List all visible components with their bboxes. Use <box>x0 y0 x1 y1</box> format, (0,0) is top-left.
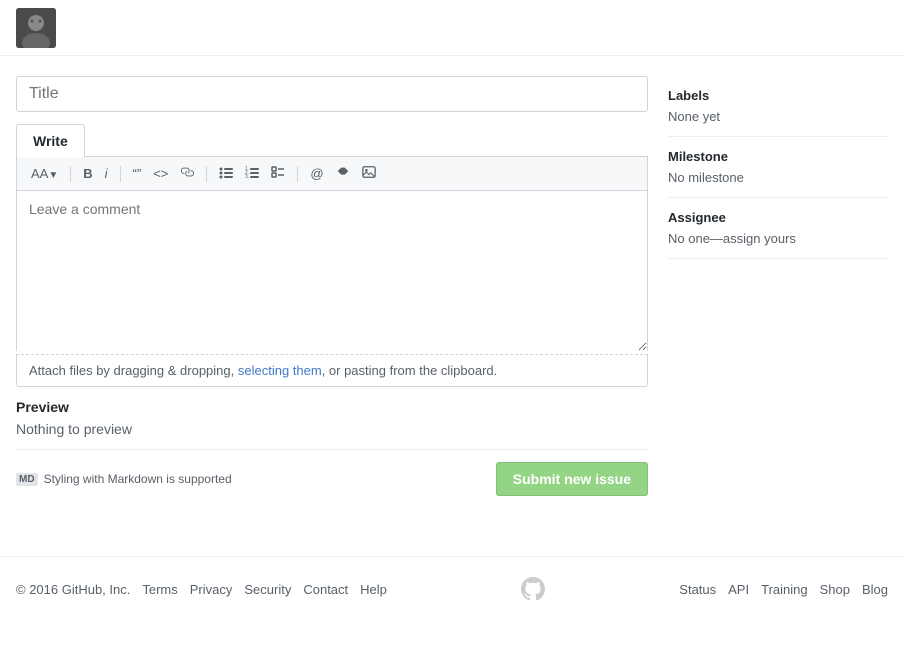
shop-link[interactable]: Shop <box>820 582 850 597</box>
terms-link[interactable]: Terms <box>142 582 177 597</box>
footer-right: Status API Training Shop Blog <box>679 582 888 597</box>
mention-button[interactable]: @ <box>306 164 327 183</box>
avatar[interactable] <box>16 8 56 48</box>
labels-title: Labels <box>668 88 888 103</box>
assignee-title: Assignee <box>668 210 888 225</box>
selecting-them-link[interactable]: selecting them <box>238 363 322 378</box>
top-bar <box>0 0 904 56</box>
training-link[interactable]: Training <box>761 582 807 597</box>
quote-button[interactable]: “” <box>129 164 146 183</box>
preview-title: Preview <box>16 399 648 415</box>
status-link[interactable]: Status <box>679 582 716 597</box>
help-link[interactable]: Help <box>360 582 387 597</box>
link-button[interactable] <box>176 163 198 184</box>
toolbar-separator-3 <box>206 166 207 182</box>
preview-content: Nothing to preview <box>16 421 648 437</box>
main-content: Write AA▼ B i “” <> 1.2.3. <box>0 56 904 516</box>
comment-textarea[interactable] <box>16 191 648 351</box>
milestone-section: Milestone No milestone <box>668 137 888 198</box>
assignee-value: No one—assign yours <box>668 231 888 246</box>
github-logo-icon <box>521 577 545 601</box>
code-button[interactable]: <> <box>149 164 172 183</box>
attach-text: Attach files by dragging & dropping, <box>29 363 238 378</box>
assignee-section: Assignee No one—assign yours <box>668 198 888 259</box>
submit-bar: MD Styling with Markdown is supported Su… <box>16 462 648 496</box>
svg-text:3.: 3. <box>245 174 249 179</box>
security-link[interactable]: Security <box>244 582 291 597</box>
copyright-text: © 2016 GitHub, Inc. <box>16 582 130 597</box>
bold-button[interactable]: B <box>79 164 96 183</box>
submit-button[interactable]: Submit new issue <box>496 462 648 496</box>
ordered-list-button[interactable]: 1.2.3. <box>241 163 263 184</box>
markdown-hint: MD Styling with Markdown is supported <box>16 472 232 486</box>
tab-write[interactable]: Write <box>16 124 85 157</box>
blog-link[interactable]: Blog <box>862 582 888 597</box>
contact-link[interactable]: Contact <box>303 582 348 597</box>
issue-form: Write AA▼ B i “” <> 1.2.3. <box>16 76 648 496</box>
toolbar-separator-1 <box>70 166 71 182</box>
footer-left: © 2016 GitHub, Inc. Terms Privacy Securi… <box>16 582 387 597</box>
toolbar-separator-2 <box>120 166 121 182</box>
italic-button[interactable]: i <box>101 164 112 183</box>
unordered-list-button[interactable] <box>215 163 237 184</box>
reference-button[interactable] <box>332 163 354 184</box>
privacy-link[interactable]: Privacy <box>190 582 233 597</box>
markdown-icon: MD <box>16 473 38 486</box>
markdown-hint-text: Styling with Markdown is supported <box>44 472 232 486</box>
editor-toolbar: AA▼ B i “” <> 1.2.3. @ <box>16 157 648 191</box>
toolbar-separator-4 <box>297 166 298 182</box>
milestone-value: No milestone <box>668 170 888 185</box>
image-button[interactable] <box>358 163 380 184</box>
footer-center <box>521 577 545 601</box>
tab-bar: Write <box>16 124 648 157</box>
attach-text-2: , or pasting from the clipboard. <box>322 363 498 378</box>
api-link[interactable]: API <box>728 582 749 597</box>
footer: © 2016 GitHub, Inc. Terms Privacy Securi… <box>0 556 904 621</box>
heading-button[interactable]: AA▼ <box>27 164 62 183</box>
task-list-button[interactable] <box>267 163 289 184</box>
attach-bar: Attach files by dragging & dropping, sel… <box>16 354 648 387</box>
milestone-title: Milestone <box>668 149 888 164</box>
preview-section: Preview Nothing to preview <box>16 387 648 450</box>
sidebar: Labels None yet Milestone No milestone A… <box>668 76 888 496</box>
labels-section: Labels None yet <box>668 76 888 137</box>
labels-value: None yet <box>668 109 888 124</box>
title-input[interactable] <box>16 76 648 112</box>
